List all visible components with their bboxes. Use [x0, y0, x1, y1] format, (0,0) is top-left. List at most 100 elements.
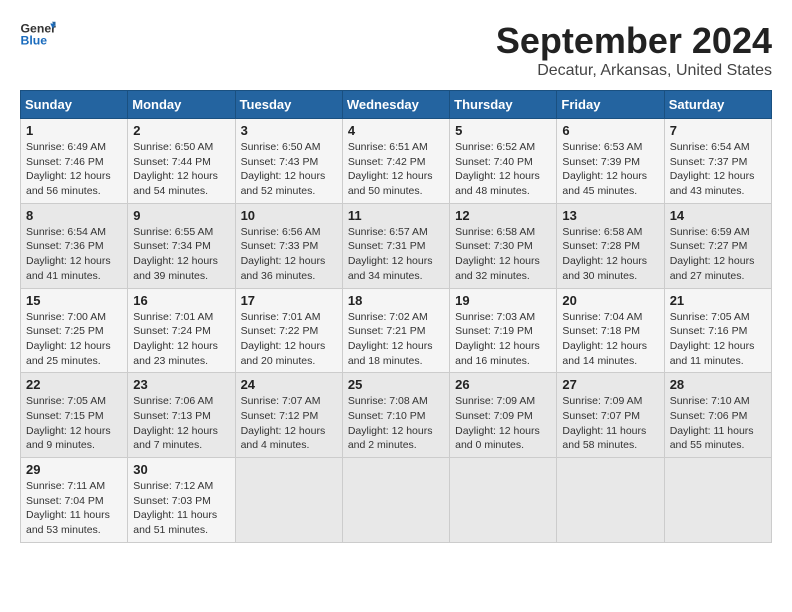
day-cell: 21 Sunrise: 7:05 AM Sunset: 7:16 PM Dayli…	[664, 288, 771, 373]
weekday-header-wednesday: Wednesday	[342, 91, 449, 119]
day-info: Sunrise: 7:01 AM Sunset: 7:22 PM Dayligh…	[241, 310, 337, 369]
day-info: Sunrise: 6:50 AM Sunset: 7:44 PM Dayligh…	[133, 140, 229, 199]
day-number: 14	[670, 208, 766, 223]
day-info: Sunrise: 6:57 AM Sunset: 7:31 PM Dayligh…	[348, 225, 444, 284]
day-number: 30	[133, 462, 229, 477]
day-number: 28	[670, 377, 766, 392]
day-cell: 26Sunrise: 7:09 AM Sunset: 7:09 PM Dayli…	[450, 373, 557, 458]
day-info: Sunrise: 7:06 AM Sunset: 7:13 PM Dayligh…	[133, 394, 229, 453]
day-number: 16	[133, 293, 229, 308]
day-info: Sunrise: 7:05 AM Sunset: 7:15 PM Dayligh…	[26, 394, 122, 453]
day-info: Sunrise: 7:04 AM Sunset: 7:18 PM Dayligh…	[562, 310, 658, 369]
calendar-table: SundayMondayTuesdayWednesdayThursdayFrid…	[20, 90, 772, 543]
day-number: 10	[241, 208, 337, 223]
day-info: Sunrise: 6:52 AM Sunset: 7:40 PM Dayligh…	[455, 140, 551, 199]
day-number: 25	[348, 377, 444, 392]
day-cell: 27Sunrise: 7:09 AM Sunset: 7:07 PM Dayli…	[557, 373, 664, 458]
day-info: Sunrise: 7:05 AM Sunset: 7:16 PM Dayligh…	[670, 310, 766, 369]
title-block: September 2024 Decatur, Arkansas, United…	[496, 20, 772, 80]
calendar-week-row: 22 Sunrise: 7:05 AM Sunset: 7:15 PM Dayli…	[21, 373, 772, 458]
calendar-week-row: 15Sunrise: 7:00 AM Sunset: 7:25 PM Dayli…	[21, 288, 772, 373]
weekday-header-monday: Monday	[128, 91, 235, 119]
day-cell: 5 Sunrise: 6:52 AM Sunset: 7:40 PM Daylig…	[450, 119, 557, 204]
day-info: Sunrise: 6:56 AM Sunset: 7:33 PM Dayligh…	[241, 225, 337, 284]
day-number: 23	[133, 377, 229, 392]
day-number: 1	[26, 123, 122, 138]
day-info: Sunrise: 6:54 AM Sunset: 7:36 PM Dayligh…	[26, 225, 122, 284]
day-number: 3	[241, 123, 337, 138]
day-number: 8	[26, 208, 122, 223]
day-cell: 24 Sunrise: 7:07 AM Sunset: 7:12 PM Dayli…	[235, 373, 342, 458]
empty-day-cell	[342, 458, 449, 543]
day-cell: 6 Sunrise: 6:53 AM Sunset: 7:39 PM Daylig…	[557, 119, 664, 204]
empty-day-cell	[235, 458, 342, 543]
day-cell: 9Sunrise: 6:55 AM Sunset: 7:34 PM Daylig…	[128, 203, 235, 288]
day-info: Sunrise: 6:51 AM Sunset: 7:42 PM Dayligh…	[348, 140, 444, 199]
day-cell: 17 Sunrise: 7:01 AM Sunset: 7:22 PM Dayli…	[235, 288, 342, 373]
day-number: 20	[562, 293, 658, 308]
page-subtitle: Decatur, Arkansas, United States	[496, 62, 772, 80]
day-number: 4	[348, 123, 444, 138]
day-info: Sunrise: 6:58 AM Sunset: 7:30 PM Dayligh…	[455, 225, 551, 284]
day-info: Sunrise: 7:10 AM Sunset: 7:06 PM Dayligh…	[670, 394, 766, 453]
day-cell: 15Sunrise: 7:00 AM Sunset: 7:25 PM Dayli…	[21, 288, 128, 373]
calendar-week-row: 8 Sunrise: 6:54 AM Sunset: 7:36 PM Daylig…	[21, 203, 772, 288]
weekday-header-saturday: Saturday	[664, 91, 771, 119]
day-number: 6	[562, 123, 658, 138]
day-number: 2	[133, 123, 229, 138]
day-info: Sunrise: 7:09 AM Sunset: 7:09 PM Dayligh…	[455, 394, 551, 453]
day-info: Sunrise: 6:54 AM Sunset: 7:37 PM Dayligh…	[670, 140, 766, 199]
day-cell: 4 Sunrise: 6:51 AM Sunset: 7:42 PM Daylig…	[342, 119, 449, 204]
day-cell: 12Sunrise: 6:58 AM Sunset: 7:30 PM Dayli…	[450, 203, 557, 288]
day-cell: 16 Sunrise: 7:01 AM Sunset: 7:24 PM Dayli…	[128, 288, 235, 373]
calendar-week-row: 29Sunrise: 7:11 AM Sunset: 7:04 PM Dayli…	[21, 458, 772, 543]
day-info: Sunrise: 6:59 AM Sunset: 7:27 PM Dayligh…	[670, 225, 766, 284]
weekday-header-friday: Friday	[557, 91, 664, 119]
day-number: 9	[133, 208, 229, 223]
day-number: 24	[241, 377, 337, 392]
page-title: September 2024	[496, 20, 772, 62]
day-info: Sunrise: 7:09 AM Sunset: 7:07 PM Dayligh…	[562, 394, 658, 453]
day-info: Sunrise: 7:07 AM Sunset: 7:12 PM Dayligh…	[241, 394, 337, 453]
day-info: Sunrise: 6:49 AM Sunset: 7:46 PM Dayligh…	[26, 140, 122, 199]
day-info: Sunrise: 7:03 AM Sunset: 7:19 PM Dayligh…	[455, 310, 551, 369]
weekday-header-sunday: Sunday	[21, 91, 128, 119]
weekday-header-thursday: Thursday	[450, 91, 557, 119]
day-cell: 2 Sunrise: 6:50 AM Sunset: 7:44 PM Daylig…	[128, 119, 235, 204]
logo-image: General Blue	[20, 20, 56, 48]
weekday-header-tuesday: Tuesday	[235, 91, 342, 119]
day-info: Sunrise: 7:01 AM Sunset: 7:24 PM Dayligh…	[133, 310, 229, 369]
day-info: Sunrise: 7:12 AM Sunset: 7:03 PM Dayligh…	[133, 479, 229, 538]
day-number: 19	[455, 293, 551, 308]
day-number: 7	[670, 123, 766, 138]
day-number: 22	[26, 377, 122, 392]
day-number: 11	[348, 208, 444, 223]
day-cell: 20 Sunrise: 7:04 AM Sunset: 7:18 PM Dayli…	[557, 288, 664, 373]
day-cell: 7 Sunrise: 6:54 AM Sunset: 7:37 PM Daylig…	[664, 119, 771, 204]
day-cell: 8 Sunrise: 6:54 AM Sunset: 7:36 PM Daylig…	[21, 203, 128, 288]
day-cell: 22 Sunrise: 7:05 AM Sunset: 7:15 PM Dayli…	[21, 373, 128, 458]
day-info: Sunrise: 7:02 AM Sunset: 7:21 PM Dayligh…	[348, 310, 444, 369]
day-cell: 1 Sunrise: 6:49 AM Sunset: 7:46 PM Daylig…	[21, 119, 128, 204]
calendar-week-row: 1 Sunrise: 6:49 AM Sunset: 7:46 PM Daylig…	[21, 119, 772, 204]
day-cell: 10 Sunrise: 6:56 AM Sunset: 7:33 PM Dayli…	[235, 203, 342, 288]
day-info: Sunrise: 7:00 AM Sunset: 7:25 PM Dayligh…	[26, 310, 122, 369]
day-number: 13	[562, 208, 658, 223]
day-info: Sunrise: 7:08 AM Sunset: 7:10 PM Dayligh…	[348, 394, 444, 453]
day-cell: 18Sunrise: 7:02 AM Sunset: 7:21 PM Dayli…	[342, 288, 449, 373]
day-cell: 28 Sunrise: 7:10 AM Sunset: 7:06 PM Dayli…	[664, 373, 771, 458]
day-cell: 13 Sunrise: 6:58 AM Sunset: 7:28 PM Dayli…	[557, 203, 664, 288]
day-info: Sunrise: 6:53 AM Sunset: 7:39 PM Dayligh…	[562, 140, 658, 199]
empty-day-cell	[450, 458, 557, 543]
day-cell: 19 Sunrise: 7:03 AM Sunset: 7:19 PM Dayli…	[450, 288, 557, 373]
day-cell: 11 Sunrise: 6:57 AM Sunset: 7:31 PM Dayli…	[342, 203, 449, 288]
logo: General Blue	[20, 20, 56, 48]
day-info: Sunrise: 6:58 AM Sunset: 7:28 PM Dayligh…	[562, 225, 658, 284]
empty-day-cell	[557, 458, 664, 543]
empty-day-cell	[664, 458, 771, 543]
day-number: 21	[670, 293, 766, 308]
day-number: 5	[455, 123, 551, 138]
day-number: 29	[26, 462, 122, 477]
day-cell: 3Sunrise: 6:50 AM Sunset: 7:43 PM Daylig…	[235, 119, 342, 204]
day-number: 17	[241, 293, 337, 308]
